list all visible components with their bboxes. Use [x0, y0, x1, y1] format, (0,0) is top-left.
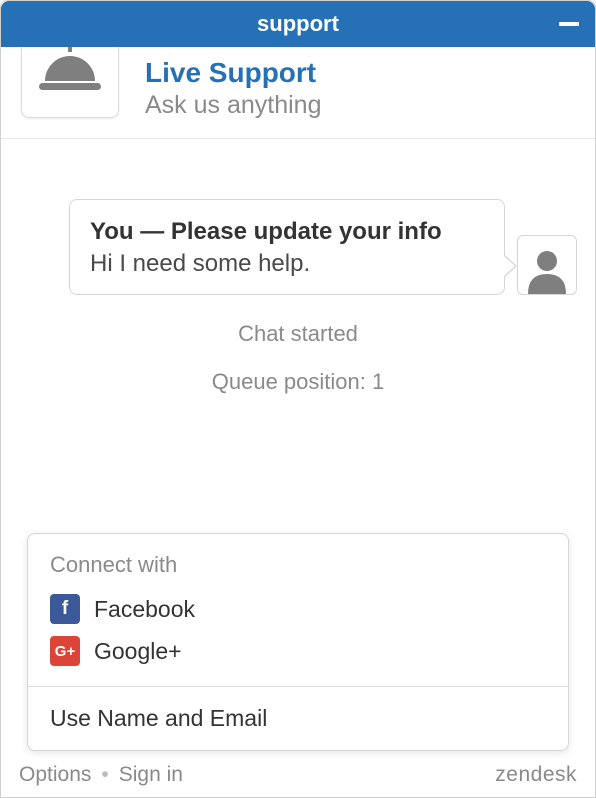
message-body: Hi I need some help. — [90, 250, 484, 278]
connect-google[interactable]: G+ Google+ — [50, 630, 546, 672]
options-link[interactable]: Options — [19, 763, 91, 787]
google-label: Google+ — [94, 638, 182, 665]
connect-facebook[interactable]: f Facebook — [50, 588, 546, 630]
header-subtitle: Ask us anything — [145, 91, 322, 120]
facebook-icon: f — [50, 594, 80, 624]
google-plus-icon: G+ — [50, 636, 80, 666]
header: Live Support Ask us anything — [1, 47, 595, 139]
footer: Options • Sign in zendesk — [1, 755, 595, 797]
title-text: support — [257, 11, 339, 37]
message-header: You — Please update your info — [90, 216, 484, 248]
message-row: You — Please update your info Hi I need … — [69, 199, 577, 295]
chat-started-status: Chat started — [19, 321, 577, 347]
service-bell-icon — [37, 41, 103, 97]
use-name-email-button[interactable]: Use Name and Email — [28, 686, 568, 750]
separator-dot: • — [101, 763, 108, 787]
queue-position-status: Queue position: 1 — [19, 369, 577, 395]
minus-icon — [559, 22, 579, 26]
minimize-button[interactable] — [559, 22, 579, 26]
message-bubble: You — Please update your info Hi I need … — [69, 199, 505, 295]
connect-options: Connect with f Facebook G+ Google+ — [28, 534, 568, 686]
title-bar: support — [1, 1, 595, 47]
facebook-label: Facebook — [94, 596, 195, 623]
name-email-label: Use Name and Email — [50, 705, 267, 731]
connect-with-label: Connect with — [50, 552, 546, 578]
chat-widget: support Live Support Ask us anything You… — [0, 0, 596, 798]
header-title: Live Support — [145, 57, 322, 89]
brand-label: zendesk — [495, 763, 577, 787]
footer-left: Options • Sign in — [19, 763, 183, 787]
signin-link[interactable]: Sign in — [119, 763, 183, 787]
connect-panel: Connect with f Facebook G+ Google+ Use N… — [27, 533, 569, 751]
header-text: Live Support Ask us anything — [145, 47, 322, 120]
user-avatar — [517, 235, 577, 295]
person-icon — [522, 244, 572, 294]
